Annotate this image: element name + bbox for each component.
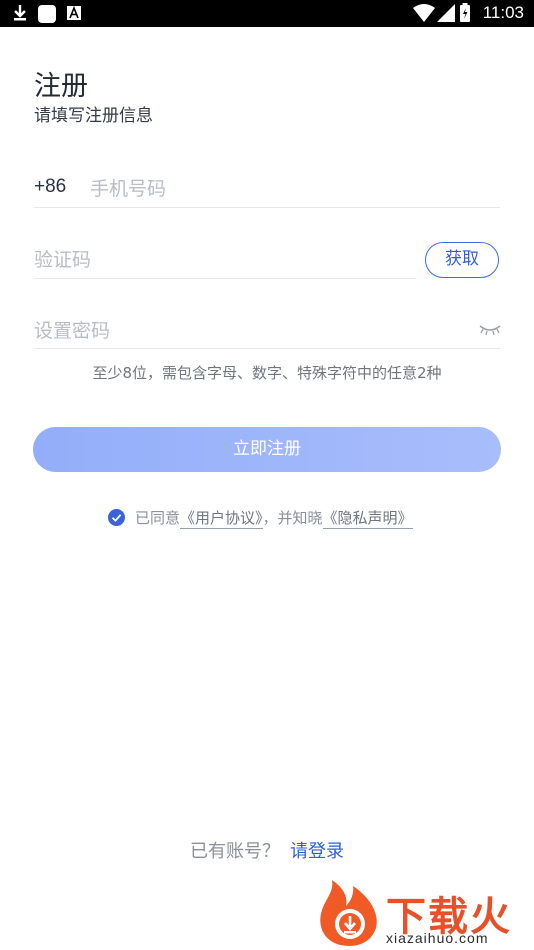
password-input[interactable] (34, 318, 464, 344)
agreement-middle: ，并知晓 (262, 509, 323, 527)
flame-logo-icon (320, 880, 377, 946)
have-account-text: 已有账号？ (190, 841, 280, 862)
font-icon (67, 6, 81, 20)
password-hint: 至少8位，需包含字母、数字、特殊字符中的任意2种 (92, 364, 442, 382)
status-time: 11:03 (482, 3, 524, 22)
password-divider (34, 348, 500, 349)
eye-closed-icon[interactable] (478, 323, 502, 337)
check-circle-icon[interactable] (108, 509, 125, 526)
page-title: 注册 (34, 71, 88, 102)
agreement-row: 已同意《用户协议》，并知晓《隐私声明》 (108, 507, 413, 529)
status-bar: 11:03 (0, 0, 534, 27)
wifi-icon (413, 4, 435, 22)
login-row: 已有账号？ 请登录 (0, 837, 534, 863)
signal-icon (437, 4, 455, 22)
agreement-prefix: 已同意 (135, 509, 181, 527)
page-subtitle: 请填写注册信息 (34, 106, 153, 126)
get-code-button[interactable]: 获取 (425, 242, 499, 278)
phone-input[interactable] (90, 176, 490, 202)
phone-divider (34, 207, 500, 208)
battery-icon (460, 3, 470, 22)
user-agreement-link[interactable]: 《用户协议》 (180, 509, 263, 529)
country-code-prefix[interactable]: +86 (34, 176, 66, 198)
app-icon (38, 5, 56, 23)
watermark-url: xiazaihuo.com (386, 930, 489, 946)
watermark: 下载火 xiazaihuo.com (314, 878, 528, 948)
code-divider (34, 278, 416, 279)
privacy-policy-link[interactable]: 《隐私声明》 (322, 509, 413, 529)
download-icon (14, 5, 26, 21)
login-link[interactable]: 请登录 (290, 841, 344, 862)
register-button[interactable]: 立即注册 (33, 427, 501, 472)
verification-code-input[interactable] (34, 247, 414, 273)
